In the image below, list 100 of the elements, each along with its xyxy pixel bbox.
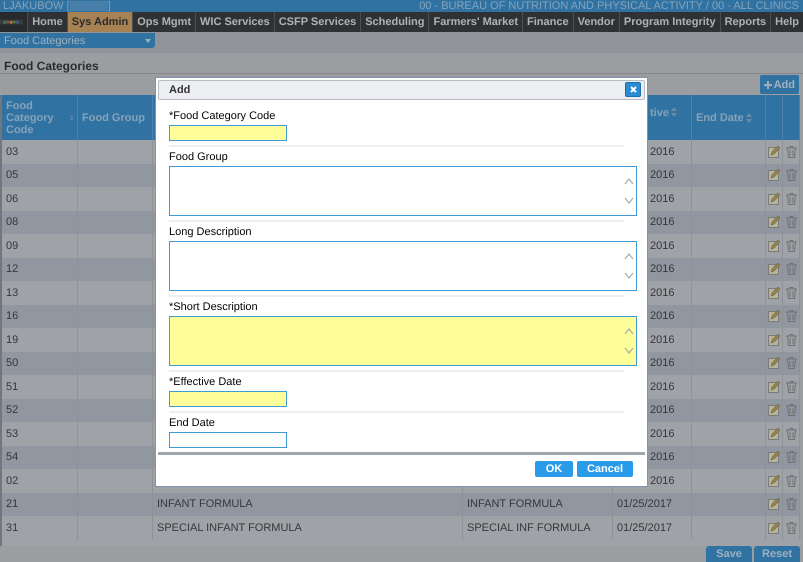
table-cell: 19 <box>2 328 78 352</box>
redacted-block <box>70 1 108 11</box>
sort-icon[interactable] <box>746 112 752 122</box>
text-area-field[interactable] <box>169 316 637 366</box>
column-header: Food Category Code <box>2 95 78 140</box>
pencil-icon[interactable] <box>768 334 780 346</box>
table-cell: 31 <box>2 516 78 540</box>
scroll-arrows-icon[interactable] <box>624 326 634 356</box>
table-cell: 53 <box>2 422 78 446</box>
trash-icon[interactable] <box>786 216 796 228</box>
nav-tab[interactable]: Ops Mgmt <box>132 12 196 32</box>
column-header-blank <box>766 95 783 140</box>
pencil-icon[interactable] <box>768 380 780 393</box>
trash-icon[interactable] <box>786 192 796 205</box>
trash-icon[interactable] <box>786 357 796 370</box>
input-field[interactable] <box>169 432 287 448</box>
table-cell: 08 <box>2 210 78 234</box>
nav-tab[interactable]: Vendor <box>572 12 619 32</box>
scroll-arrows-icon[interactable] <box>624 250 634 281</box>
table-cell: 02 <box>2 469 78 492</box>
trash-icon[interactable] <box>786 474 796 487</box>
column-header: End Date <box>692 95 766 140</box>
nav-tab[interactable]: WIC Services <box>195 12 274 32</box>
table-cell: 03 <box>2 140 78 164</box>
page-title: Food Categories <box>0 53 803 74</box>
pencil-icon[interactable] <box>768 357 780 370</box>
pencil-icon[interactable] <box>768 428 780 440</box>
field-label: *Effective Date <box>169 376 243 388</box>
bracket-text: ] <box>108 0 111 12</box>
field-label: Long Description <box>169 226 253 238</box>
pencil-icon[interactable] <box>768 169 780 182</box>
plus-icon <box>764 80 772 88</box>
sort-icon[interactable] <box>670 107 677 117</box>
pencil-icon[interactable] <box>768 522 780 534</box>
trash-icon[interactable] <box>786 428 796 440</box>
table-cell: 51 <box>2 375 78 398</box>
field-label: *Food Category Code <box>169 110 276 122</box>
trash-icon[interactable] <box>786 404 796 416</box>
trash-icon[interactable] <box>786 451 796 464</box>
pencil-icon[interactable] <box>768 451 780 464</box>
nav-tab[interactable]: Home <box>27 12 67 32</box>
field-label: Food Group <box>169 150 229 163</box>
table-cell: 54 <box>2 446 78 469</box>
input-field[interactable] <box>169 390 287 407</box>
column-header-blank <box>783 95 800 140</box>
table-cell: 05 <box>2 164 78 187</box>
trash-icon[interactable] <box>786 169 796 182</box>
trash-icon[interactable] <box>786 146 796 158</box>
table-cell: INFANT FORMULA <box>463 492 613 516</box>
table-cell: 01/25/2017 <box>613 492 692 516</box>
pencil-icon[interactable] <box>768 240 780 252</box>
nav-tab[interactable]: Reports <box>720 12 770 32</box>
table-cell: 09 <box>2 234 78 258</box>
table-cell: 50 <box>2 352 78 375</box>
nav-tab[interactable]: Sys Admin <box>66 12 132 32</box>
trash-icon[interactable] <box>786 263 796 276</box>
pencil-icon[interactable] <box>768 286 780 299</box>
nav-tab[interactable]: Scheduling <box>360 12 428 32</box>
nav-tab[interactable]: CSFP Services <box>274 12 360 32</box>
dialog-button[interactable]: Cancel <box>577 461 633 478</box>
dialog-title: Add <box>169 84 190 96</box>
trash-icon[interactable] <box>786 286 796 299</box>
agency-clinic-label: 00 - BUREAU OF NUTRITION AND PHYSICAL ACTIVITY / 00 - ALL CLINICS <box>419 0 799 12</box>
pencil-icon[interactable] <box>768 192 780 205</box>
text-area-field[interactable] <box>169 240 637 291</box>
table-cell: 13 <box>2 281 78 304</box>
nav-tab[interactable]: Finance <box>522 12 573 32</box>
dialog-button[interactable]: OK <box>535 461 573 478</box>
pencil-icon[interactable] <box>768 146 780 158</box>
nav-tab[interactable]: Program Integrity <box>618 12 720 32</box>
table-cell: SPECIAL INFANT FORMULA <box>153 516 463 540</box>
trash-icon[interactable] <box>786 310 796 322</box>
pencil-icon[interactable] <box>768 498 780 510</box>
table-cell: SPECIAL INF FORMULA <box>463 516 613 540</box>
user-name: LJAKUBOW [ <box>3 0 70 12</box>
column-header: Food Group <box>78 95 153 140</box>
pencil-icon[interactable] <box>768 310 780 322</box>
table-cell: 06 <box>2 187 78 210</box>
text-area-field[interactable] <box>169 166 637 216</box>
table-cell: 16 <box>2 304 78 328</box>
trash-icon[interactable] <box>786 240 796 252</box>
close-icon <box>630 86 636 94</box>
input-field[interactable] <box>169 124 287 141</box>
caret-icon <box>145 38 151 42</box>
pencil-icon[interactable] <box>768 216 780 228</box>
trash-icon[interactable] <box>786 334 796 346</box>
trash-icon[interactable] <box>786 498 796 510</box>
scroll-arrows-icon[interactable] <box>624 176 634 206</box>
trash-icon[interactable] <box>786 380 796 393</box>
nav-tab[interactable]: Help <box>770 12 803 32</box>
close-button[interactable] <box>625 82 641 98</box>
table-cell: INFANT FORMULA <box>153 492 463 516</box>
nav-tab[interactable]: Farmers' Market <box>428 12 522 32</box>
pencil-icon[interactable] <box>768 263 780 276</box>
pencil-icon[interactable] <box>768 404 780 416</box>
sort-icon[interactable] <box>70 112 73 122</box>
pencil-icon[interactable] <box>768 474 780 487</box>
field-label: End Date <box>169 416 216 429</box>
trash-icon[interactable] <box>786 522 796 534</box>
table-cell: 52 <box>2 398 78 422</box>
